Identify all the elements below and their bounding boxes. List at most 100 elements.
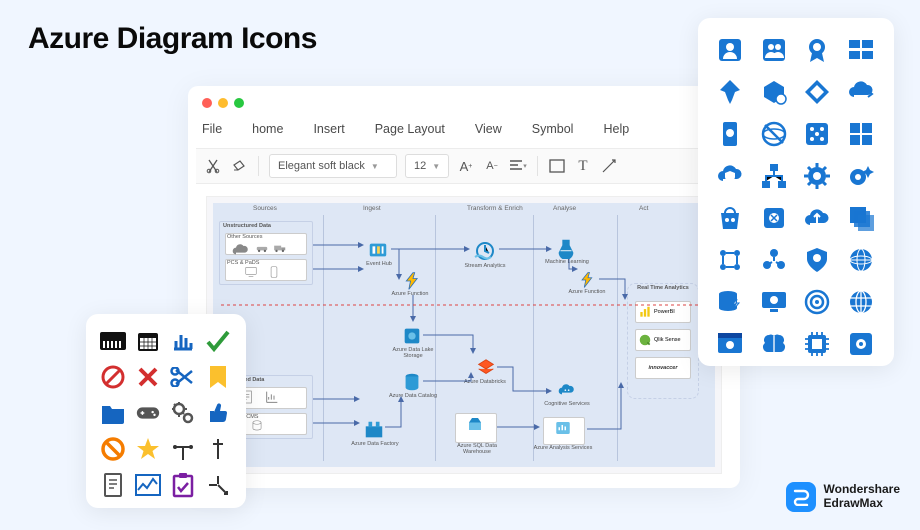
gears-icon[interactable] bbox=[170, 400, 196, 426]
col-act: Act bbox=[639, 205, 648, 212]
bar-chart-icon[interactable] bbox=[170, 328, 196, 354]
chevron-down-icon: ▼ bbox=[371, 162, 379, 171]
gamepad-icon[interactable] bbox=[135, 400, 161, 426]
star-icon[interactable] bbox=[135, 436, 161, 462]
az-target-icon[interactable] bbox=[799, 284, 835, 320]
toolbar: Elegant soft black▼ 12▼ A+ A− ▾ T bbox=[196, 148, 732, 184]
brand-logo: Wondershare EdrawMax bbox=[786, 482, 900, 512]
chevron-down-icon: ▼ bbox=[432, 162, 440, 171]
az-circuit-icon[interactable] bbox=[712, 242, 748, 278]
az-dots-square-icon[interactable] bbox=[799, 116, 835, 152]
az-gear-sparkle-icon[interactable] bbox=[843, 158, 879, 194]
format-painter-icon[interactable] bbox=[230, 157, 248, 175]
az-badge-icon[interactable] bbox=[799, 32, 835, 68]
check-icon[interactable] bbox=[205, 328, 231, 354]
piano-icon[interactable] bbox=[100, 328, 126, 354]
lbl-factory: Azure Data Factory bbox=[345, 441, 405, 447]
az-cloud-arrow-icon[interactable] bbox=[843, 74, 879, 110]
cut-icon[interactable] bbox=[204, 157, 222, 175]
az-globe-icon[interactable] bbox=[843, 242, 879, 278]
az-brain-icon[interactable] bbox=[756, 326, 792, 362]
az-pin-icon[interactable] bbox=[712, 74, 748, 110]
size-dropdown[interactable]: 12▼ bbox=[405, 154, 449, 178]
no-entry-icon[interactable] bbox=[100, 436, 126, 462]
analysis-services-icon bbox=[553, 419, 573, 437]
az-stack-icon[interactable] bbox=[843, 200, 879, 236]
az-web-icon[interactable] bbox=[843, 284, 879, 320]
calendar-icon[interactable] bbox=[135, 328, 161, 354]
az-module-icon[interactable] bbox=[843, 32, 879, 68]
min-dot[interactable] bbox=[218, 98, 228, 108]
az-database-bolt-icon[interactable] bbox=[712, 284, 748, 320]
lbl-datalake: Azure Data Lake Storage bbox=[383, 347, 443, 359]
clipboard-check-icon[interactable] bbox=[170, 472, 196, 498]
az-hierarchy-icon[interactable] bbox=[756, 158, 792, 194]
logo-text: Wondershare EdrawMax bbox=[824, 483, 900, 511]
slider-icon[interactable] bbox=[205, 436, 231, 462]
x-icon[interactable] bbox=[135, 364, 161, 390]
menu-page-layout[interactable]: Page Layout bbox=[375, 122, 445, 136]
canvas[interactable]: Sources Ingest Transform & Enrich Analys… bbox=[206, 196, 722, 474]
page-title: Azure Diagram Icons bbox=[28, 22, 317, 56]
icon-panel-right bbox=[698, 18, 894, 366]
az-chip-icon[interactable] bbox=[799, 326, 835, 362]
az-monitor-icon[interactable] bbox=[756, 284, 792, 320]
pin-icon[interactable] bbox=[170, 436, 196, 462]
max-dot[interactable] bbox=[234, 98, 244, 108]
az-cloud-shield-icon[interactable] bbox=[712, 158, 748, 194]
az-person-icon[interactable] bbox=[712, 32, 748, 68]
powerbi-icon bbox=[638, 305, 652, 319]
menu-symbol[interactable]: Symbol bbox=[532, 122, 574, 136]
lbl-stream: Stream Analytics bbox=[457, 263, 513, 269]
font-increase-icon[interactable]: A+ bbox=[457, 157, 475, 175]
phone-icon bbox=[267, 265, 281, 279]
lbl-unstructured: Unstructured Data bbox=[223, 223, 293, 229]
az-cube-gear-icon[interactable] bbox=[756, 74, 792, 110]
menu-insert[interactable]: Insert bbox=[313, 122, 344, 136]
prohibited-icon[interactable] bbox=[100, 364, 126, 390]
db-icon bbox=[249, 419, 265, 433]
font-dropdown[interactable]: Elegant soft black▼ bbox=[269, 154, 397, 178]
az-cluster-icon[interactable] bbox=[756, 242, 792, 278]
connector-icon[interactable] bbox=[600, 157, 618, 175]
menu-home[interactable]: home bbox=[252, 122, 283, 136]
stream-analytics-icon bbox=[473, 239, 497, 263]
data-lake-icon bbox=[401, 325, 423, 347]
az-window-gear-icon[interactable] bbox=[712, 326, 748, 362]
az-cloud-up-icon[interactable] bbox=[799, 200, 835, 236]
text-tool-icon[interactable]: T bbox=[574, 157, 592, 175]
truck-icon bbox=[273, 241, 287, 255]
az-grid4-icon[interactable] bbox=[843, 116, 879, 152]
app-window: File home Insert Page Layout View Symbol… bbox=[188, 86, 740, 488]
target-arrow-icon[interactable] bbox=[205, 472, 231, 498]
menu-help[interactable]: Help bbox=[603, 122, 629, 136]
lbl-cognitive: Cognitive Services bbox=[539, 401, 595, 407]
close-dot[interactable] bbox=[202, 98, 212, 108]
line-chart-icon[interactable] bbox=[135, 472, 161, 498]
az-phone-gear-icon[interactable] bbox=[712, 116, 748, 152]
align-icon[interactable]: ▾ bbox=[509, 157, 527, 175]
col-sources: Sources bbox=[253, 205, 277, 212]
thumbs-up-icon[interactable] bbox=[205, 400, 231, 426]
box-powerbi: PowerBI bbox=[635, 301, 691, 323]
az-settings-icon[interactable] bbox=[843, 326, 879, 362]
databricks-icon bbox=[475, 357, 497, 379]
menu-view[interactable]: View bbox=[475, 122, 502, 136]
qlik-icon bbox=[638, 333, 652, 347]
az-shield-icon[interactable] bbox=[799, 242, 835, 278]
lbl-azfn2: Azure Function bbox=[561, 289, 613, 295]
az-gear-icon[interactable] bbox=[799, 158, 835, 194]
scissors-icon[interactable] bbox=[170, 364, 196, 390]
font-decrease-icon[interactable]: A− bbox=[483, 157, 501, 175]
az-users-icon[interactable] bbox=[756, 32, 792, 68]
document-icon[interactable] bbox=[100, 472, 126, 498]
menu-file[interactable]: File bbox=[202, 122, 222, 136]
az-diamond-icon[interactable] bbox=[799, 74, 835, 110]
data-catalog-icon bbox=[401, 371, 423, 393]
shape-rect-icon[interactable] bbox=[548, 157, 566, 175]
bookmark-icon[interactable] bbox=[205, 364, 231, 390]
az-box-x-icon[interactable] bbox=[756, 200, 792, 236]
az-bag-icon[interactable] bbox=[712, 200, 748, 236]
folder-icon[interactable] bbox=[100, 400, 126, 426]
az-globe-slash-icon[interactable] bbox=[756, 116, 792, 152]
